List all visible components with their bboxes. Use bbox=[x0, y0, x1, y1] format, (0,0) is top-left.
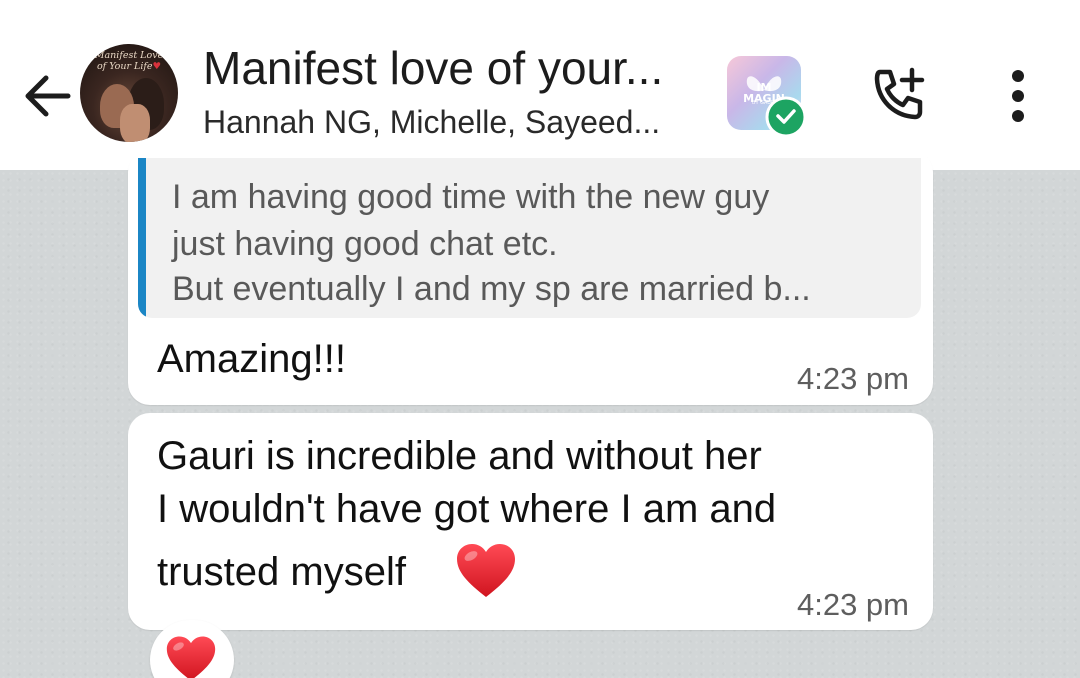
message-line: I wouldn't have got where I am and bbox=[157, 487, 777, 531]
message-time: 4:23 pm bbox=[796, 587, 909, 622]
phone-plus-icon bbox=[874, 67, 925, 120]
add-call-button[interactable] bbox=[868, 64, 930, 126]
quoted-line: just having good chat etc. bbox=[172, 225, 558, 263]
more-vertical-icon bbox=[1012, 70, 1024, 122]
chat-header: Manifest Love of Your Life♥ Manifest lov… bbox=[0, 0, 1080, 170]
heart-icon bbox=[457, 544, 515, 597]
message-time: 4:23 pm bbox=[796, 361, 909, 396]
avatar-figure bbox=[120, 104, 150, 142]
message-bubble[interactable]: I am having good time with the new guy j… bbox=[128, 150, 933, 405]
quoted-line: I am having good time with the new guy bbox=[172, 178, 770, 216]
quoted-line: But eventually I and my sp are married b… bbox=[172, 270, 811, 308]
more-options-button[interactable] bbox=[998, 68, 1038, 124]
arrow-left-icon bbox=[25, 75, 71, 117]
check-circle-icon bbox=[765, 96, 807, 138]
message-text: Amazing!!! bbox=[157, 337, 346, 381]
quote-accent-bar bbox=[138, 158, 146, 318]
quoted-message[interactable]: I am having good time with the new guy j… bbox=[138, 158, 921, 318]
avatar-logo-text: Manifest Love of Your Life♥ bbox=[94, 50, 164, 72]
chat-title[interactable]: Manifest love of your... bbox=[203, 41, 663, 95]
group-avatar[interactable]: Manifest Love of Your Life♥ bbox=[80, 44, 178, 142]
message-line: trusted myself bbox=[157, 550, 406, 594]
heart-icon bbox=[166, 636, 216, 678]
message-line: Gauri is incredible and without her bbox=[157, 434, 762, 478]
chat-members[interactable]: Hannah NG, Michelle, Sayeed... bbox=[203, 104, 660, 141]
message-bubble[interactable]: Gauri is incredible and without her I wo… bbox=[128, 413, 933, 630]
back-button[interactable] bbox=[18, 68, 74, 124]
